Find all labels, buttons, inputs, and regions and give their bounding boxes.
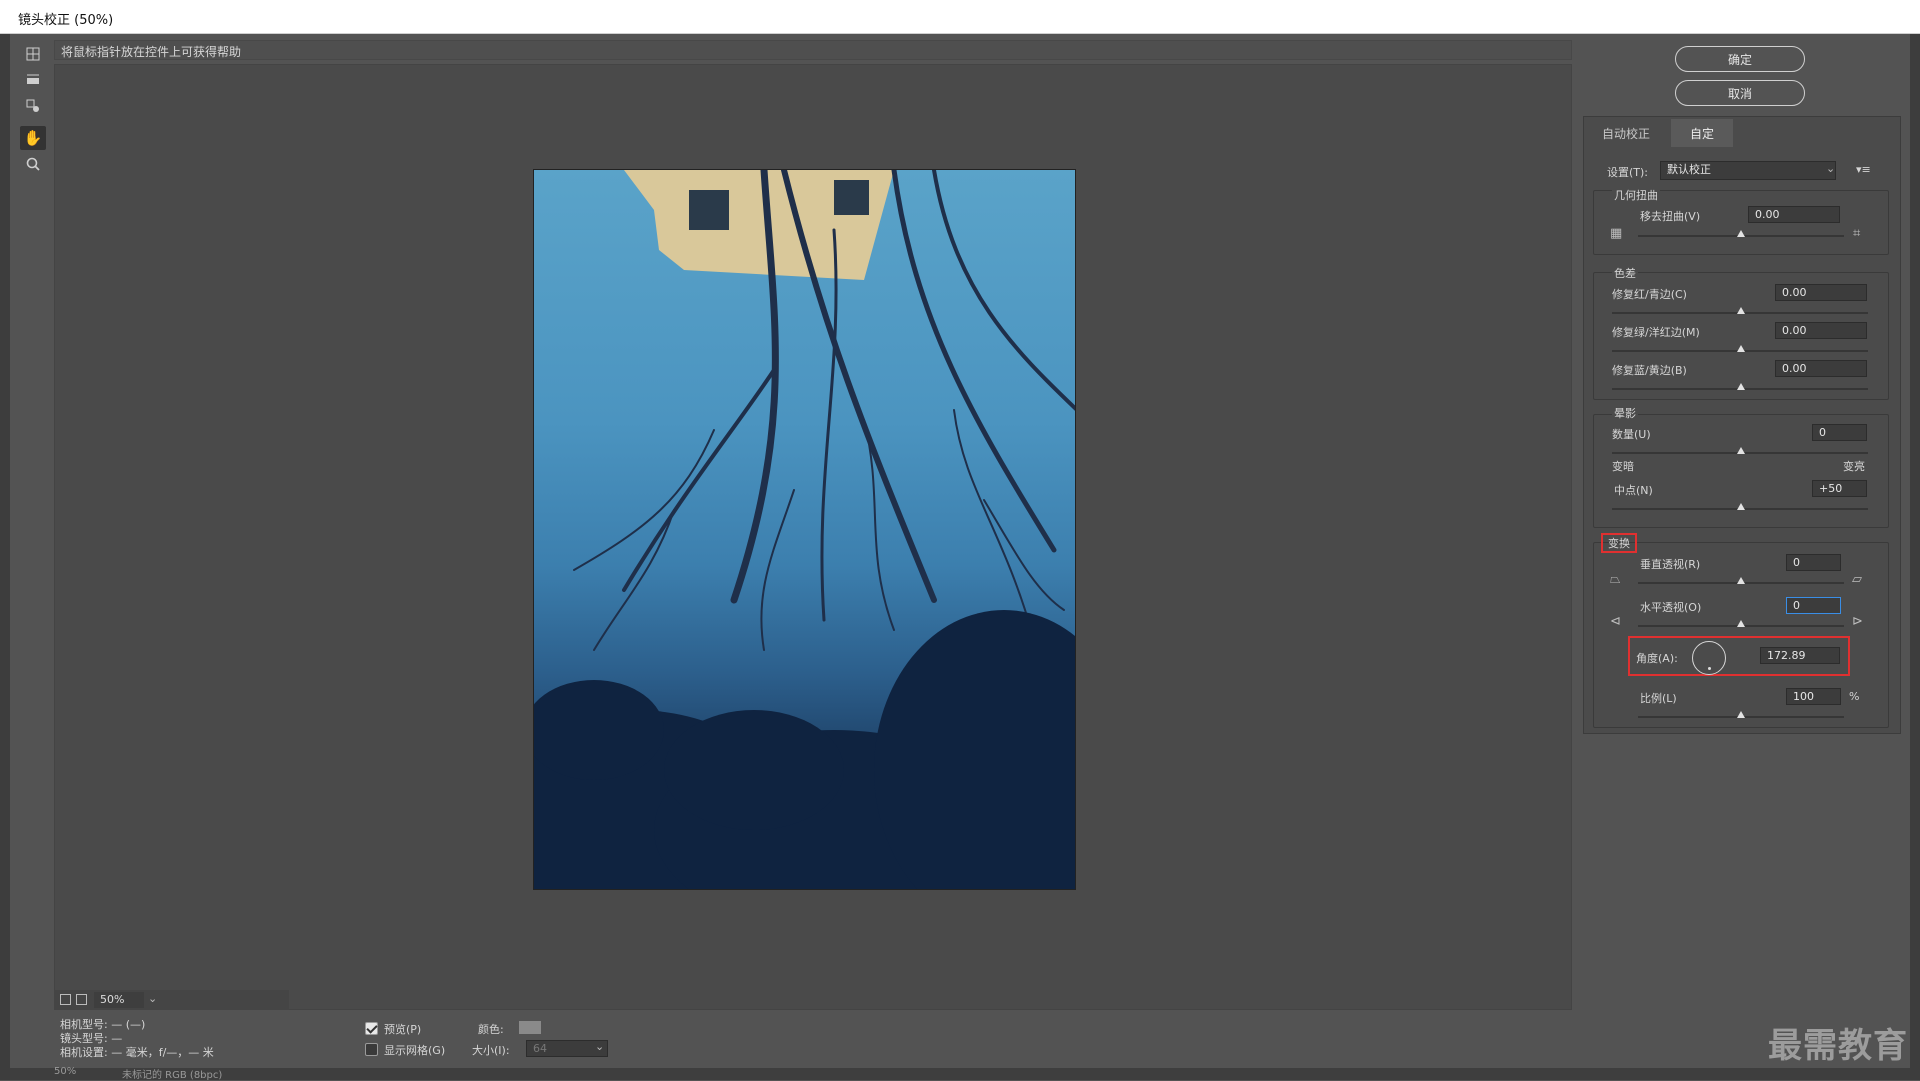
transform-group <box>1593 542 1889 728</box>
zoom-bar: 50% ⌄ <box>54 990 289 1010</box>
remove-distortion-label: 移去扭曲(V) <box>1640 210 1701 223</box>
show-grid-checkbox[interactable] <box>365 1043 378 1056</box>
ok-button[interactable]: 确定 <box>1675 46 1805 72</box>
transform-title: 变换 <box>1608 537 1630 550</box>
zoom-tool-icon[interactable] <box>20 152 46 176</box>
help-strip: 将鼠标指针放在控件上可获得帮助 <box>54 40 1572 60</box>
preview-checkbox[interactable] <box>365 1022 378 1035</box>
vignette-amount-input[interactable]: 0 <box>1812 424 1867 441</box>
remove-distortion-tool-icon[interactable] <box>20 42 46 66</box>
grid-size-chevron-icon[interactable]: ⌄ <box>595 1040 604 1053</box>
status-zoom: 50% <box>54 1066 77 1077</box>
darken-label: 变暗 <box>1612 460 1634 473</box>
preview-image <box>533 169 1076 890</box>
grid-color-swatch[interactable] <box>519 1021 541 1034</box>
scale-input[interactable]: 100 <box>1786 688 1841 705</box>
barrel-icon: ⌗ <box>1853 226 1861 241</box>
vertical-perspective-thumb[interactable] <box>1737 577 1745 584</box>
vignette-amount-thumb[interactable] <box>1737 447 1745 454</box>
scale-label: 比例(L) <box>1640 692 1677 705</box>
horizontal-perspective-input[interactable]: 0 <box>1786 597 1841 614</box>
settings-chevron-icon[interactable]: ⌄ <box>1826 162 1835 175</box>
camera-settings: 相机设置: — 毫米，f/—，— 米 <box>60 1046 214 1059</box>
fit-view-icon[interactable] <box>60 994 71 1005</box>
scale-thumb[interactable] <box>1737 711 1745 718</box>
watermark: 最需教育 <box>1768 1026 1908 1066</box>
zoom-select[interactable]: 50% <box>94 992 144 1008</box>
remove-distortion-input[interactable]: 0.00 <box>1748 206 1840 223</box>
straighten-tool-icon[interactable] <box>20 68 46 92</box>
actual-size-icon[interactable] <box>76 994 87 1005</box>
angle-input[interactable]: 172.89 <box>1760 647 1840 664</box>
fix-red-cyan-label: 修复红/青边(C) <box>1612 288 1687 301</box>
status-doc: 未标记的 RGB (8bpc) <box>122 1070 223 1081</box>
status-bar: 50% 未标记的 RGB (8bpc) <box>10 1066 1910 1081</box>
horizontal-perspective-label: 水平透视(O) <box>1640 601 1702 614</box>
scale-unit: % <box>1849 690 1860 703</box>
tab-custom[interactable]: 自定 <box>1671 119 1733 147</box>
midpoint-thumb[interactable] <box>1737 503 1745 510</box>
zoom-chevron-icon[interactable]: ⌄ <box>148 992 157 1005</box>
tab-auto-correction[interactable]: 自动校正 <box>1583 119 1669 147</box>
fix-blue-yellow-input[interactable]: 0.00 <box>1775 360 1867 377</box>
midpoint-input[interactable]: +50 <box>1812 480 1867 497</box>
left-edge <box>0 34 10 1080</box>
title-bar: 镜头校正 (50%) <box>0 0 1920 34</box>
horizontal-right-icon: ⊳ <box>1852 614 1863 629</box>
cancel-button[interactable]: 取消 <box>1675 80 1805 106</box>
vertical-perspective-input[interactable]: 0 <box>1786 554 1841 571</box>
fix-blue-yellow-label: 修复蓝/黄边(B) <box>1612 364 1687 377</box>
vignette-title: 晕影 <box>1612 405 1638 421</box>
angle-label: 角度(A): <box>1636 652 1678 665</box>
grid-color-label: 颜色: <box>478 1023 504 1036</box>
show-grid-label: 显示网格(G) <box>384 1044 446 1057</box>
horizontal-left-icon: ⊲ <box>1610 614 1621 629</box>
fix-green-magenta-thumb[interactable] <box>1737 345 1745 352</box>
vertical-left-icon: ⏢ <box>1610 572 1621 587</box>
lens-model: 镜头型号: — <box>60 1032 123 1045</box>
settings-menu-icon[interactable]: ▾≡ <box>1856 163 1871 176</box>
fix-blue-yellow-thumb[interactable] <box>1737 383 1745 390</box>
angle-dial-icon[interactable] <box>1692 641 1726 675</box>
fix-red-cyan-thumb[interactable] <box>1737 307 1745 314</box>
camera-model: 相机型号: — (—) <box>60 1018 146 1031</box>
vertical-right-icon: ⏥ <box>1852 572 1862 587</box>
grid-size-label: 大小(I): <box>472 1044 510 1057</box>
settings-select[interactable]: 默认校正 <box>1660 161 1836 180</box>
hand-tool-icon[interactable]: ✋ <box>20 126 46 150</box>
right-edge <box>1910 34 1920 1080</box>
chromatic-title: 色差 <box>1612 265 1638 281</box>
midpoint-label: 中点(N) <box>1614 484 1653 497</box>
move-grid-tool-icon[interactable] <box>20 94 46 118</box>
preview-label: 预览(P) <box>384 1023 422 1036</box>
fix-green-magenta-input[interactable]: 0.00 <box>1775 322 1867 339</box>
remove-distortion-thumb[interactable] <box>1737 230 1745 237</box>
lighten-label: 变亮 <box>1843 460 1865 473</box>
geometric-title: 几何扭曲 <box>1612 187 1660 203</box>
settings-label: 设置(T): <box>1607 166 1649 179</box>
pincushion-icon: ▦ <box>1610 226 1623 241</box>
vertical-perspective-label: 垂直透视(R) <box>1640 558 1701 571</box>
fix-red-cyan-input[interactable]: 0.00 <box>1775 284 1867 301</box>
help-text: 将鼠标指针放在控件上可获得帮助 <box>61 45 242 59</box>
fix-green-magenta-label: 修复绿/洋红边(M) <box>1612 326 1700 339</box>
vignette-amount-label: 数量(U) <box>1612 428 1651 441</box>
window-title: 镜头校正 (50%) <box>18 13 114 28</box>
horizontal-perspective-thumb[interactable] <box>1737 620 1745 627</box>
